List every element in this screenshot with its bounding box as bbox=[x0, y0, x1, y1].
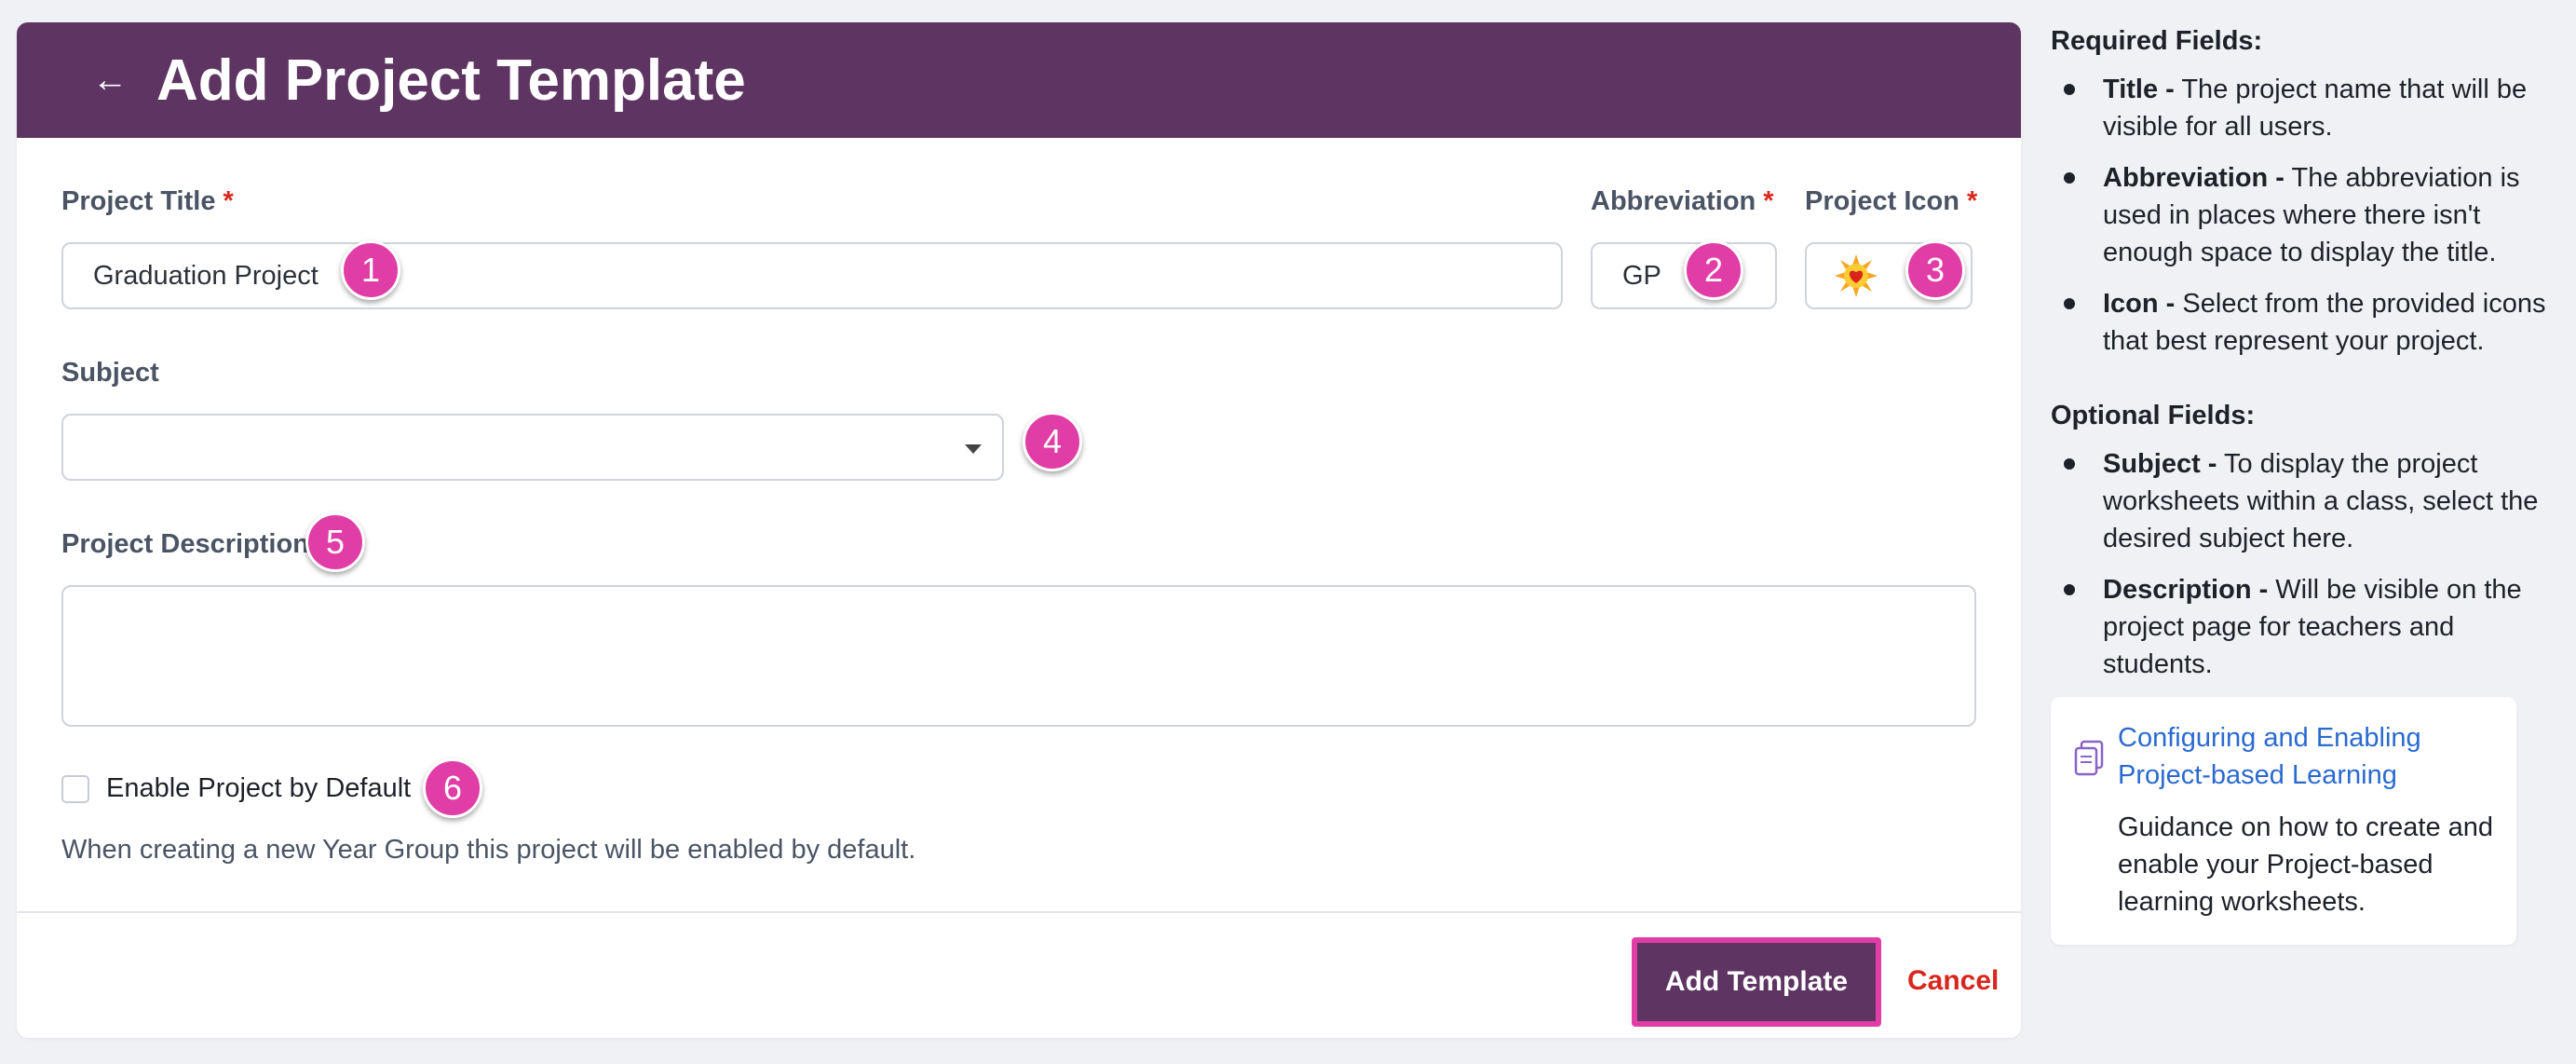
subject-label: Subject bbox=[61, 358, 159, 388]
project-description-label: Project Description bbox=[61, 529, 309, 559]
required-fields-heading: Required Fields: bbox=[2051, 26, 2263, 56]
enable-default-label[interactable]: Enable Project by Default bbox=[106, 773, 411, 804]
required-asterisk: * bbox=[1763, 186, 1774, 216]
sun-with-heart-icon bbox=[1835, 254, 1878, 297]
footer-divider bbox=[17, 911, 2021, 913]
abbreviation-label: Abbreviation * bbox=[1591, 186, 1774, 216]
documents-icon bbox=[2074, 740, 2104, 776]
project-title-value: Graduation Project bbox=[93, 260, 319, 291]
project-description-textarea[interactable] bbox=[61, 585, 1976, 727]
project-title-label: Project Title * bbox=[61, 186, 234, 216]
marker-6: 6 bbox=[423, 758, 482, 818]
cancel-button[interactable]: Cancel bbox=[1907, 965, 1999, 997]
marker-3: 3 bbox=[1905, 240, 1965, 300]
subject-select[interactable] bbox=[61, 414, 1004, 481]
help-article-description: Guidance on how to create and enable you… bbox=[2118, 812, 2494, 917]
marker-5: 5 bbox=[305, 512, 365, 572]
marker-4: 4 bbox=[1023, 412, 1082, 471]
page-title: Add Project Template bbox=[156, 48, 746, 113]
card-header: ← Add Project Template bbox=[17, 22, 2021, 138]
enable-default-checkbox[interactable] bbox=[61, 775, 89, 803]
caret-down-icon bbox=[965, 444, 982, 454]
list-item: Subject - To display the project workshe… bbox=[2051, 445, 2554, 557]
optional-fields-list: Subject - To display the project workshe… bbox=[2051, 445, 2554, 683]
add-template-button[interactable]: Add Template bbox=[1632, 937, 1881, 1027]
required-asterisk: * bbox=[1967, 186, 1978, 216]
list-item: Title - The project name that will be vi… bbox=[2051, 71, 2554, 145]
marker-1: 1 bbox=[341, 240, 400, 300]
help-article-link[interactable]: Configuring and Enabling Project-based L… bbox=[2118, 719, 2498, 794]
add-template-card: ← Add Project Template Project Title * Gr… bbox=[17, 22, 2021, 1038]
abbreviation-value: GP bbox=[1622, 260, 1661, 291]
marker-2: 2 bbox=[1684, 240, 1743, 300]
help-panel: Required Fields: Title - The project nam… bbox=[2051, 22, 2554, 945]
required-asterisk: * bbox=[223, 186, 234, 216]
project-icon-label: Project Icon * bbox=[1805, 186, 1978, 216]
required-fields-list: Title - The project name that will be vi… bbox=[2051, 71, 2554, 360]
list-item: Abbreviation - The abbreviation is used … bbox=[2051, 159, 2554, 271]
arrow-left-icon: ← bbox=[92, 60, 128, 100]
project-title-input[interactable]: Graduation Project bbox=[61, 242, 1563, 309]
enable-default-help-text: When creating a new Year Group this proj… bbox=[61, 835, 916, 865]
back-button[interactable]: ← bbox=[73, 43, 147, 117]
list-item: Icon - Select from the provided icons th… bbox=[2051, 285, 2554, 360]
optional-fields-heading: Optional Fields: bbox=[2051, 401, 2256, 430]
list-item: Description - Will be visible on the pro… bbox=[2051, 571, 2554, 683]
help-link-card: Configuring and Enabling Project-based L… bbox=[2051, 697, 2516, 945]
